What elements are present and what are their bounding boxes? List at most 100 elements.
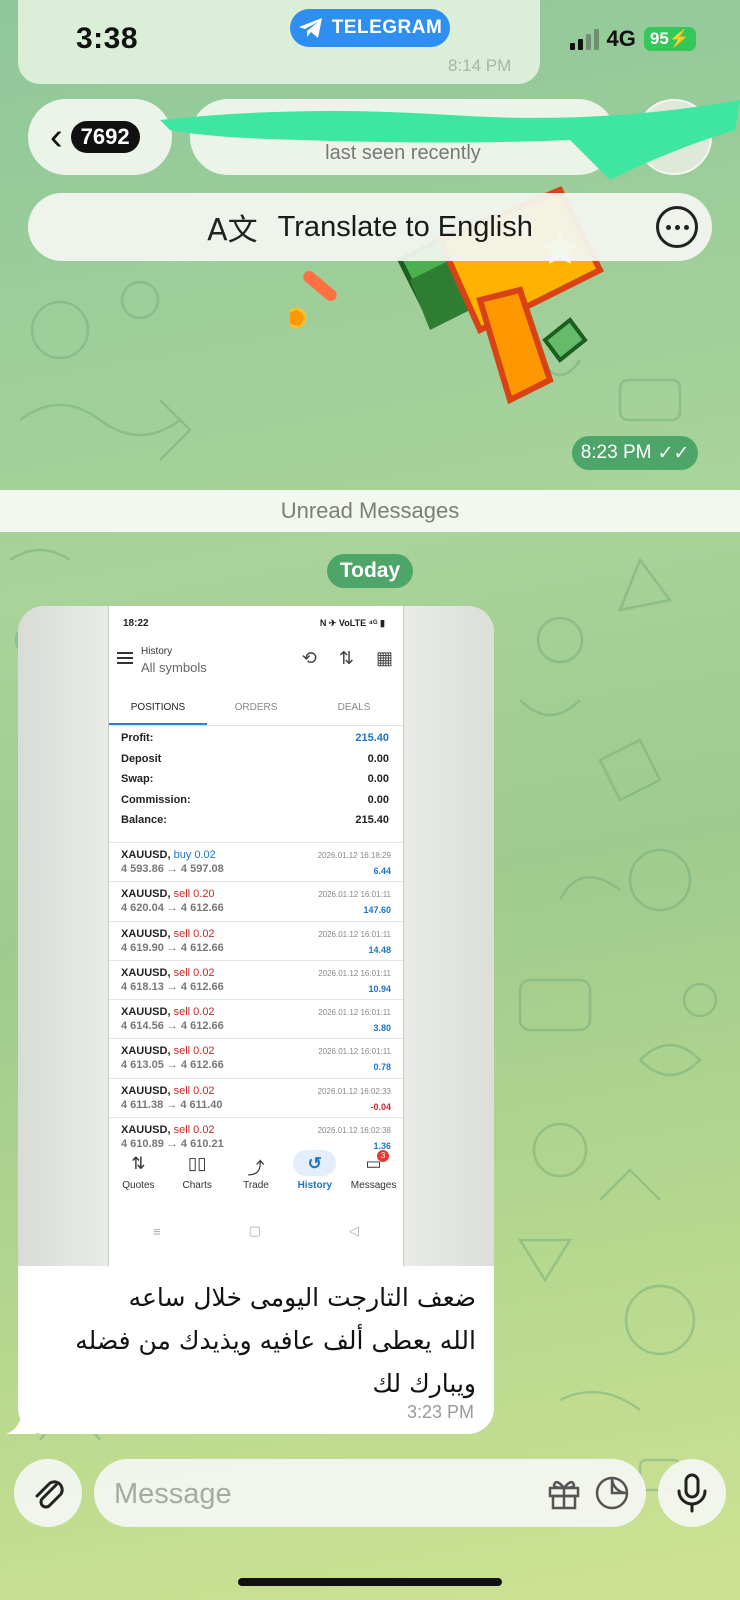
deal-side: sell 0.02 [173,1006,215,1019]
deal-symbol: XAUUSD, sell 0.02 [121,927,215,940]
deal-datetime: 2026.01.12 16:02:38 [317,1126,391,1136]
trading-app-screenshot: 18:22 N ✈ VoLTE ⁴ᴳ ▮ History All symbols… [109,606,403,1266]
translate-bar[interactable]: A文 Translate to English [28,193,712,261]
message-placeholder: Message [114,1478,232,1510]
summary-list: Profit: 215.40 Deposit 0.00 Swap: 0.00 Comm… [121,728,389,831]
photo-nav-quotes: ⇅ Quotes [109,1146,168,1212]
summary-value: 215.40 [355,732,389,745]
message-input[interactable]: Message [94,1459,646,1527]
photo-message-bubble[interactable]: 18:22 N ✈ VoLTE ⁴ᴳ ▮ History All symbols… [18,606,494,1434]
photo-nav-label: History [297,1180,333,1191]
attach-button[interactable] [14,1459,82,1527]
sticker-time-text: 8:23 PM [580,442,652,463]
message-line: الله يعطى ألف عافيه ويذيدك من فضله [75,1326,476,1355]
photo-nav-history: ↺ History [285,1146,344,1212]
sort-icon: ⇅ [338,648,354,668]
deal-datetime: 2026.01.12 16:18:29 [317,851,391,860]
deal-row: XAUUSD, buy 0.02 4 593.86 → 4 597.08 2026.… [109,842,403,881]
battery-level: 95⚡ [643,27,696,51]
photo-status-time: 18:22 [123,618,149,629]
summary-row: Profit: 215.40 [121,728,389,749]
deal-datetime: 2026.01.12 16:01:11 [318,968,391,978]
deal-prices: 4 613.05 → 4 612.66 [121,1059,224,1072]
deals-list: XAUUSD, buy 0.02 4 593.86 → 4 597.08 2026.… [109,842,403,1156]
photo-nav-label: Quotes [122,1180,155,1191]
app-pill-label: TELEGRAM [331,17,443,38]
trade-icon: ⤴ [247,1159,265,1178]
status-time: 3:38 [76,22,139,55]
deal-datetime: 2026.01.12 16:01:11 [318,1008,391,1018]
deal-symbol: XAUUSD, sell 0.02 [121,1084,215,1097]
unread-count-badge: 7692 [70,121,140,153]
photo-system-nav: ≡ ▢ ◁ [109,1218,403,1244]
sticker-icon[interactable] [594,1475,630,1511]
deal-symbol: XAUUSD, sell 0.02 [121,966,215,979]
deal-prices: 4 619.90 → 4 612.66 [121,941,224,954]
quotes-icon: ⇅ [131,1154,146,1173]
deal-row: XAUUSD, sell 0.02 4 611.38 → 4 611.40 2026… [109,1077,403,1117]
charging-icon: ⚡ [668,29,690,48]
summary-value: 0.00 [367,752,389,765]
messages-icon: ▭ [365,1154,382,1173]
deal-row: XAUUSD, sell 0.02 4 614.56 → 4 612.66 2026… [109,999,403,1038]
deal-profit: 3.80 [373,1023,391,1034]
more-icon[interactable] [656,206,698,248]
home-indicator[interactable] [238,1578,502,1586]
chevron-left-icon: ‹ [50,116,63,158]
back-icon: ◁ [348,1223,359,1238]
photo-nav-label: Messages [350,1180,397,1191]
deal-symbol: XAUUSD, buy 0.02 [121,849,216,861]
calendar-icon: ▦ [375,648,393,668]
photo-tabs: POSITIONS ORDERS DEALS [109,688,403,726]
deal-profit: 14.48 [368,944,391,955]
deal-profit: 147.60 [363,905,391,916]
photo-nav-messages: ▭ Messages 3 [344,1146,403,1212]
tab-positions: POSITIONS [109,688,207,725]
photo-nav-trade: ⤴ Trade [227,1146,286,1212]
redaction-scribble [160,100,740,180]
photo-nav-label: Charts [182,1180,212,1191]
deal-datetime: 2026.01.12 16:01:11 [318,890,391,900]
recents-icon: ≡ [153,1223,161,1239]
microphone-icon [677,1473,707,1513]
return-to-app-pill[interactable]: TELEGRAM [290,9,450,47]
gift-icon[interactable] [546,1475,582,1511]
microphone-button[interactable] [658,1459,726,1527]
photo-toolbar: ⟲ ⇅ ▦ [302,648,393,669]
translate-icon: A文 [207,213,258,248]
notification-badge: 3 [376,1150,389,1162]
summary-row: Swap: 0.00 [121,769,389,790]
summary-value: 215.40 [355,814,389,827]
deal-side: buy 0.02 [173,849,216,861]
deal-side: sell 0.20 [173,888,215,901]
summary-label: Commission: [121,793,191,806]
deal-datetime: 2026.01.12 16:01:11 [318,1047,391,1057]
deal-symbol: XAUUSD, sell 0.20 [121,888,215,901]
summary-label: Profit: [121,732,154,745]
hamburger-icon [117,652,133,667]
status-indicators: 4G 95⚡ [569,26,696,52]
deal-prices: 4 620.04 → 4 612.66 [121,902,224,915]
deal-prices: 4 614.56 → 4 612.66 [121,1020,224,1033]
unread-messages-divider: Unread Messages [0,490,740,532]
previous-message-time: 8:14 PM [448,56,512,75]
deal-row: XAUUSD, sell 0.20 4 620.04 → 4 612.66 2026… [109,881,403,920]
photo-status-icons: N ✈ VoLTE ⁴ᴳ ▮ [319,618,385,628]
deal-side: sell 0.02 [173,966,215,979]
deal-datetime: 2026.01.12 16:02:33 [317,1086,391,1096]
deal-side: sell 0.02 [173,1084,215,1097]
paperclip-icon [35,1480,64,1509]
deal-symbol: XAUUSD, sell 0.02 [121,1006,215,1019]
photo-blur-left [18,606,108,1266]
deal-profit: 0.78 [373,1062,391,1073]
tab-orders: ORDERS [234,702,278,713]
summary-row: Balance: 215.40 [121,810,389,831]
tab-deals: DEALS [337,702,371,713]
deal-datetime: 2026.01.12 16:01:11 [318,929,391,939]
deal-prices: 4 593.86 → 4 597.08 [121,863,224,875]
screenshot-photo[interactable]: 18:22 N ✈ VoLTE ⁴ᴳ ▮ History All symbols… [18,606,494,1266]
translate-label: Translate to English [277,210,533,243]
photo-nav-label: Trade [243,1180,269,1191]
signal-icon [569,28,599,50]
summary-label: Deposit [121,752,162,765]
